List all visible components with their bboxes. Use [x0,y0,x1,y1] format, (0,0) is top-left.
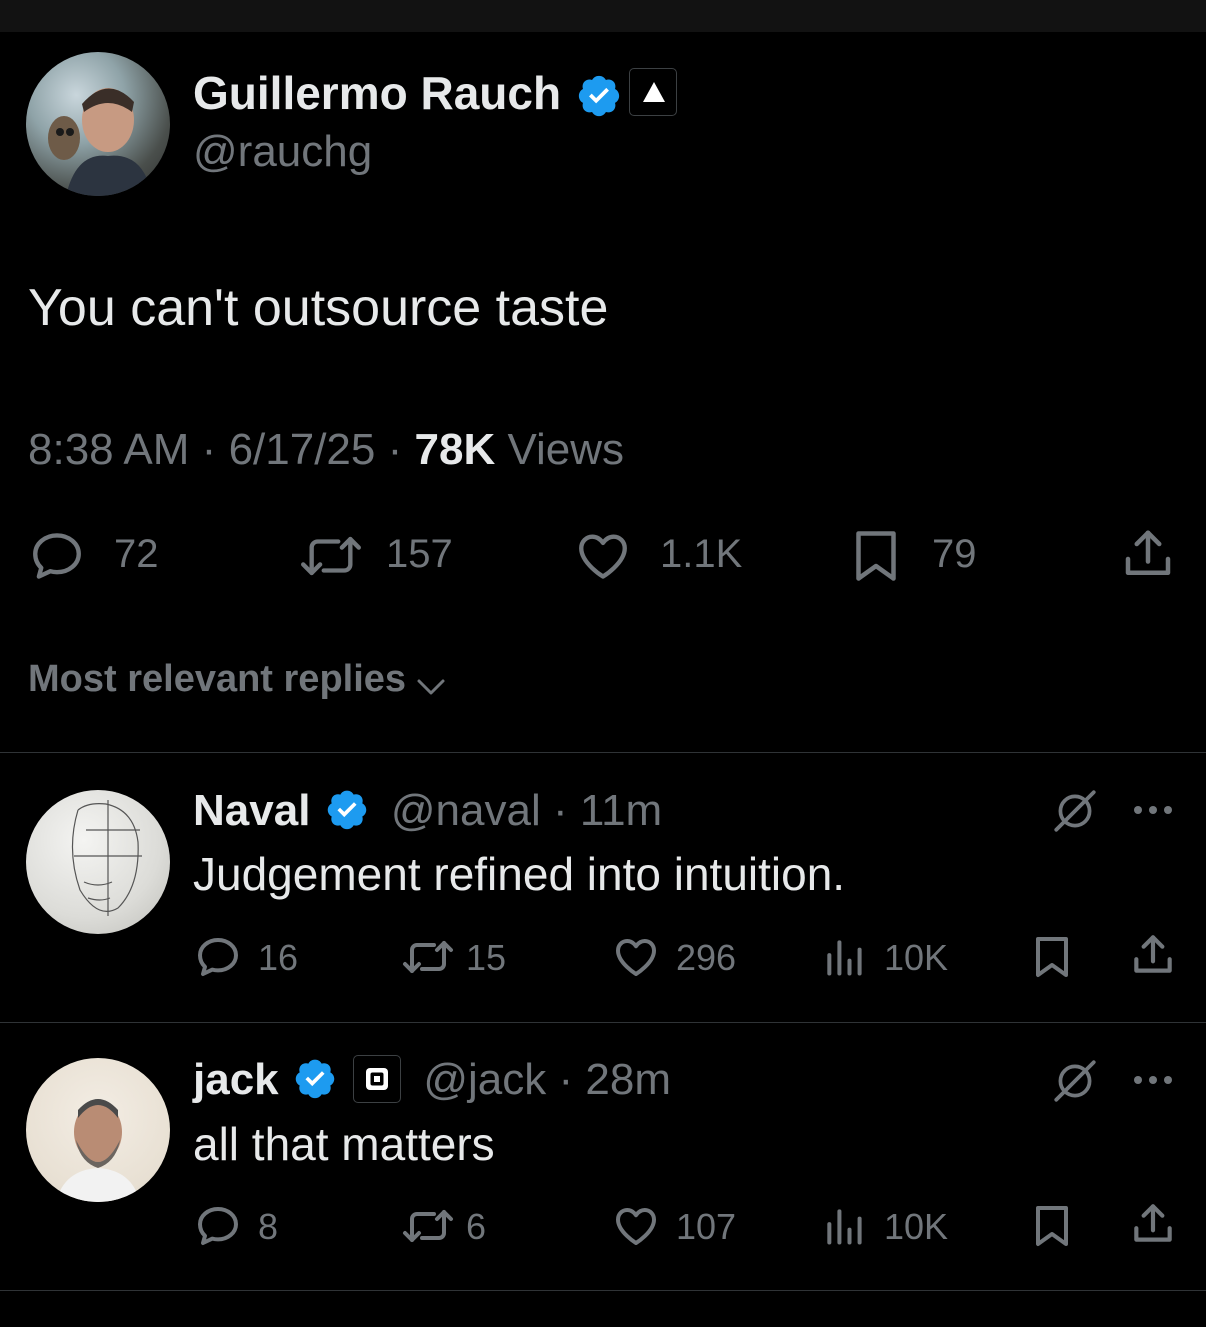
reply-count: 72 [114,532,159,576]
reply-handle[interactable]: @naval [391,786,541,835]
triangle-logo-icon [643,82,665,102]
share-icon[interactable] [1128,930,1178,980]
repost-icon[interactable] [400,1202,456,1250]
like-count: 296 [676,937,737,978]
affiliate-badge-icon[interactable] [629,68,677,116]
views-count: 78K [414,425,496,474]
avatar-image [48,88,152,196]
like-icon[interactable] [574,527,632,585]
reply-text: all that matters [193,1118,495,1170]
meta-separator: · [387,425,403,474]
verified-badge-icon [578,75,620,117]
views-chart-icon[interactable] [822,1204,866,1248]
chevron-down-icon [417,679,444,695]
avatar-image [56,1099,140,1202]
bookmark-count: 79 [932,532,977,576]
views-label: Views [507,425,625,474]
repost-count: 157 [386,532,453,576]
meta-separator: · [552,786,568,835]
reply-icon[interactable] [194,1202,242,1250]
reply-text: Judgement refined into intuition. [193,848,846,900]
reply-icon[interactable] [194,933,242,981]
tweet-date[interactable]: 6/17/25 [229,425,376,474]
reply-icon[interactable] [28,527,86,585]
grok-icon[interactable] [1050,1056,1100,1106]
tweet-time[interactable]: 8:38 AM [28,425,189,474]
like-count: 107 [676,1206,737,1247]
reply-time[interactable]: 28m [585,1055,671,1104]
reply-author-name[interactable]: Naval [193,786,310,835]
bookmark-icon[interactable] [1028,932,1076,982]
meta-separator: · [201,425,217,474]
square-logo-icon [366,1068,389,1090]
reply-header: Naval @naval · 11m [193,784,662,838]
more-options-icon[interactable] [1130,1070,1176,1090]
repost-icon[interactable] [298,527,364,585]
bookmark-icon[interactable] [846,526,906,586]
avatar-naval[interactable] [26,790,170,934]
meta-separator: · [558,1055,574,1104]
divider [0,752,1206,753]
bookmark-icon[interactable] [1028,1201,1076,1251]
repost-count: 15 [466,937,507,978]
reply-count: 8 [258,1206,279,1247]
verified-badge-icon [295,1059,335,1099]
like-count: 1.1K [660,532,743,576]
author-name[interactable]: Guillermo Rauch [193,66,561,120]
tweet-meta: 8:38 AM · 6/17/25 · 78K Views [28,424,624,476]
views-count: 10K [884,1206,949,1247]
affiliate-badge-icon[interactable] [353,1055,402,1103]
divider [0,1290,1206,1291]
reply-header: jack @jack · 28m [193,1053,671,1107]
reply-time[interactable]: 11m [580,786,662,835]
reply-author-name[interactable]: jack [193,1055,279,1104]
divider [0,1022,1206,1023]
avatar-jack[interactable] [26,1058,170,1202]
verified-badge-icon [327,790,366,830]
reply-count: 16 [258,937,299,978]
grok-icon[interactable] [1050,786,1100,836]
more-options-icon[interactable] [1130,800,1176,820]
avatar-guillermo[interactable] [26,52,170,196]
reply-sort-button[interactable]: Most relevant replies [28,656,449,702]
status-bar [0,0,1206,32]
views-chart-icon[interactable] [822,935,866,979]
repost-icon[interactable] [400,933,456,981]
repost-count: 6 [466,1206,487,1247]
avatar-image [71,800,142,916]
share-icon[interactable] [1118,524,1178,584]
reply-handle[interactable]: @jack [423,1055,546,1104]
views-count: 10K [884,937,949,978]
like-icon[interactable] [612,933,660,981]
tweet-text: You can't outsource taste [28,279,609,337]
like-icon[interactable] [612,1202,660,1250]
author-handle[interactable]: @rauchg [193,126,372,178]
reply-sort-label: Most relevant replies [28,658,407,700]
share-icon[interactable] [1128,1199,1178,1249]
